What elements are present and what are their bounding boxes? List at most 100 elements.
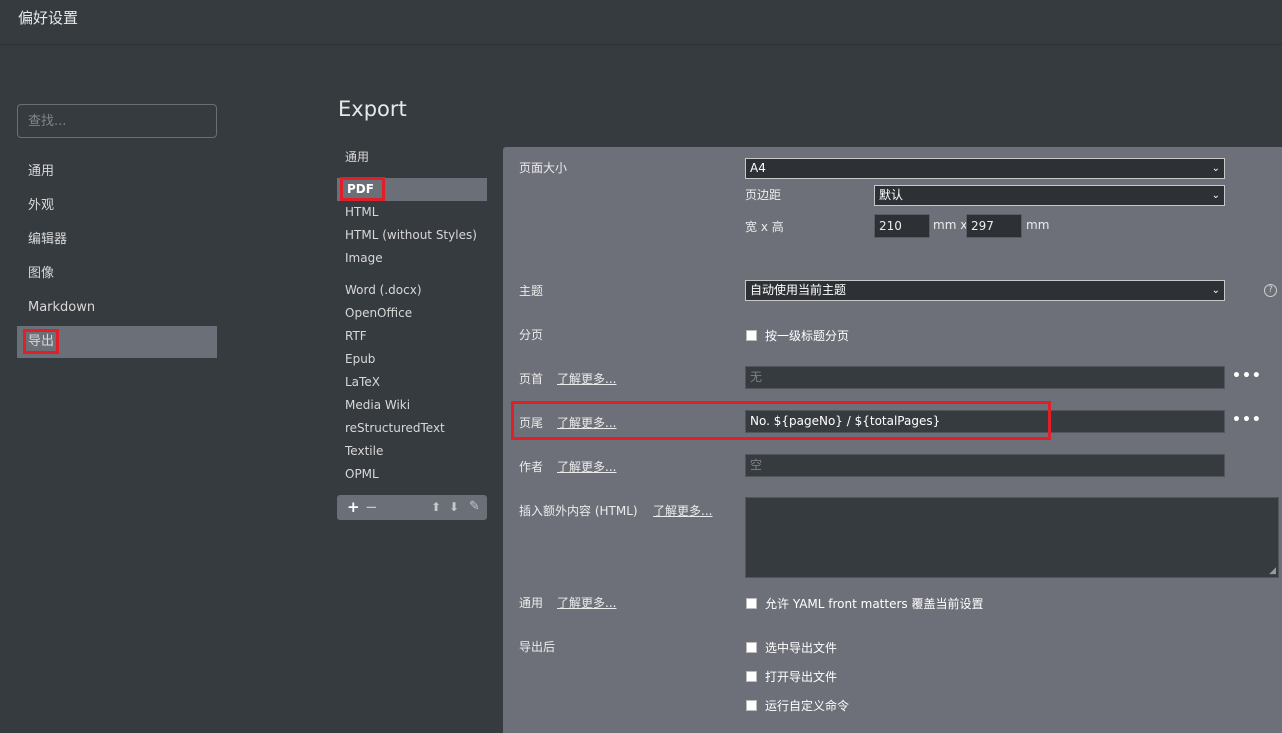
format-label: Textile [345,444,384,458]
sidebar-item-image[interactable]: 图像 [17,258,217,290]
margin-select[interactable]: 默认 ⌄ [874,185,1225,206]
chevron-down-icon: ⌄ [1211,190,1220,201]
width-input[interactable]: 210 [874,214,930,238]
footer-label: 页尾 [519,416,544,430]
format-label: Image [345,251,383,265]
extra-html-label: 插入额外内容 (HTML) [519,504,638,518]
after-export-label: 导出后 [519,640,556,654]
sidebar-item-general[interactable]: 通用 [17,156,217,188]
format-item-epub[interactable]: Epub [337,348,487,371]
format-item-latex[interactable]: LaTeX [337,371,487,394]
format-label: HTML [345,205,379,219]
format-label: HTML (without Styles) [345,228,477,242]
format-item-docx[interactable]: Word (.docx) [337,279,487,302]
margin-value: 默认 [879,188,904,202]
sidebar-item-export[interactable]: 导出 [17,326,217,358]
format-item-textile[interactable]: Textile [337,440,487,463]
sidebar-item-label: 导出 [22,329,60,354]
theme-value: 自动使用当前主题 [750,283,847,297]
sidebar-item-label: 图像 [28,266,55,281]
format-label: RTF [345,329,367,343]
move-up-button[interactable]: ⬆ [431,498,441,516]
theme-select[interactable]: 自动使用当前主题 ⌄ [745,280,1225,301]
format-item-html[interactable]: HTML [337,201,487,224]
yaml-override-label: 允许 YAML front matters 覆盖当前设置 [765,597,984,611]
edit-format-button[interactable]: ✎ [469,498,480,516]
height-unit: mm [1026,218,1050,232]
sidebar-nav: 通用 外观 编辑器 图像 Markdown 导出 [17,156,217,360]
format-item-general[interactable]: 通用 [337,146,487,169]
reveal-file-label: 选中导出文件 [765,641,838,655]
format-label: Media Wiki [345,398,411,412]
sidebar-item-label: Markdown [28,300,96,315]
extra-html-learn-more-link[interactable]: 了解更多... [653,502,712,519]
page-title: Export [338,97,407,121]
page-size-select[interactable]: A4 ⌄ [745,158,1225,179]
author-learn-more-link[interactable]: 了解更多... [557,458,616,475]
page-size-value: A4 [750,161,766,175]
width-unit: mm x [933,218,968,232]
dimensions-label: 宽 x 高 [745,220,784,234]
help-icon[interactable]: ? [1264,284,1277,297]
format-label: LaTeX [345,375,380,389]
format-label: OpenOffice [345,306,413,320]
theme-label: 主题 [519,284,544,298]
extra-html-textarea[interactable]: ◢ [745,497,1279,578]
sidebar-item-label: 通用 [28,164,55,179]
format-label: Word (.docx) [345,283,422,297]
remove-format-button[interactable]: − [365,498,378,516]
sidebar-item-label: 外观 [28,198,55,213]
format-list: 通用 PDF HTML HTML (without Styles) Image … [337,146,487,486]
general-label: 通用 [519,596,544,610]
header-input[interactable]: 无 [745,366,1225,389]
header-label: 页首 [519,372,544,386]
open-file-label: 打开导出文件 [765,670,838,684]
author-input[interactable]: 空 [745,454,1225,477]
format-label: PDF [340,177,385,201]
author-label: 作者 [519,460,544,474]
paging-option-label: 按一级标题分页 [765,329,850,343]
reveal-file-checkbox[interactable] [746,642,757,653]
yaml-override-checkbox[interactable] [746,598,757,609]
add-format-button[interactable]: + [347,498,360,516]
chevron-down-icon: ⌄ [1211,163,1220,174]
format-item-mediawiki[interactable]: Media Wiki [337,394,487,417]
title-bar: 偏好设置 [0,0,1282,45]
run-command-checkbox[interactable] [746,700,757,711]
format-label: OPML [345,467,379,481]
header-learn-more-link[interactable]: 了解更多... [557,370,616,387]
run-command-label: 运行自定义命令 [765,699,850,713]
format-item-openoffice[interactable]: OpenOffice [337,302,487,325]
format-item-image[interactable]: Image [337,247,487,270]
open-file-checkbox[interactable] [746,671,757,682]
sidebar-item-appearance[interactable]: 外观 [17,190,217,222]
sidebar-item-editor[interactable]: 编辑器 [17,224,217,256]
footer-more-icon[interactable]: ••• [1232,412,1262,428]
format-toolbar: + − ⬆ ⬇ ✎ [337,495,487,520]
footer-learn-more-link[interactable]: 了解更多... [557,414,616,431]
settings-panel: 页面大小 A4 ⌄ 页边距 默认 ⌄ 宽 x 高 210 mm x 297 mm… [503,147,1282,733]
general-learn-more-link[interactable]: 了解更多... [557,594,616,611]
move-down-button[interactable]: ⬇ [449,498,459,516]
height-input[interactable]: 297 [966,214,1022,238]
format-item-opml[interactable]: OPML [337,463,487,486]
format-label: 通用 [345,150,370,164]
search-input[interactable] [17,104,217,138]
sidebar-item-markdown[interactable]: Markdown [17,292,217,324]
footer-input[interactable]: No. ${pageNo} / ${totalPages} [745,410,1225,433]
header-more-icon[interactable]: ••• [1232,368,1262,384]
format-item-rst[interactable]: reStructuredText [337,417,487,440]
resize-grip-icon[interactable]: ◢ [1269,566,1276,576]
paging-label: 分页 [519,328,544,342]
format-item-pdf[interactable]: PDF [337,177,487,201]
format-label: reStructuredText [345,421,445,435]
paging-checkbox[interactable] [746,330,757,341]
format-item-rtf[interactable]: RTF [337,325,487,348]
format-label: Epub [345,352,376,366]
window-title: 偏好设置 [18,9,79,27]
margin-label: 页边距 [745,188,782,202]
sidebar-item-label: 编辑器 [28,232,68,247]
chevron-down-icon: ⌄ [1211,285,1220,296]
format-item-html-no-styles[interactable]: HTML (without Styles) [337,224,487,247]
page-size-label: 页面大小 [519,161,568,175]
